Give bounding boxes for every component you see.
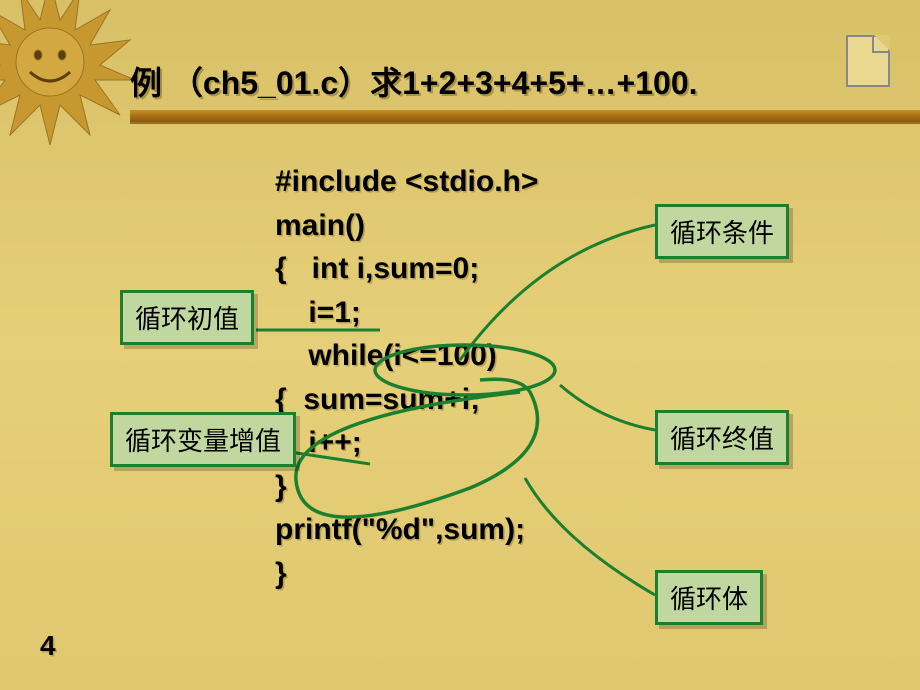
sun-decoration <box>0 0 150 160</box>
page-number: 4 <box>40 630 56 662</box>
slide-title: 例 （ch5_01.c）求1+2+3+4+5+…+100. <box>130 58 698 104</box>
callout-init-value: 循环初值 <box>120 290 254 345</box>
code-line-2: main() <box>275 209 365 242</box>
code-line-10: } <box>275 557 287 590</box>
callout-increment: 循环变量增值 <box>110 412 296 467</box>
title-underline <box>130 110 920 124</box>
code-line-8: } <box>275 470 287 503</box>
code-line-9: printf("%d",sum); <box>275 513 525 546</box>
code-example: #include <stdio.h> main() { int i,sum=0;… <box>275 160 538 595</box>
code-line-3: { int i,sum=0; <box>275 252 479 285</box>
callout-end-value: 循环终值 <box>655 410 789 465</box>
code-line-6: { sum=sum+i; <box>275 383 480 416</box>
code-line-5: while(i<=100) <box>275 339 497 372</box>
page-corner-icon <box>846 35 890 87</box>
code-line-4: i=1; <box>275 296 361 329</box>
code-line-1: #include <stdio.h> <box>275 165 538 198</box>
callout-condition: 循环条件 <box>655 204 789 259</box>
callout-body: 循环体 <box>655 570 763 625</box>
